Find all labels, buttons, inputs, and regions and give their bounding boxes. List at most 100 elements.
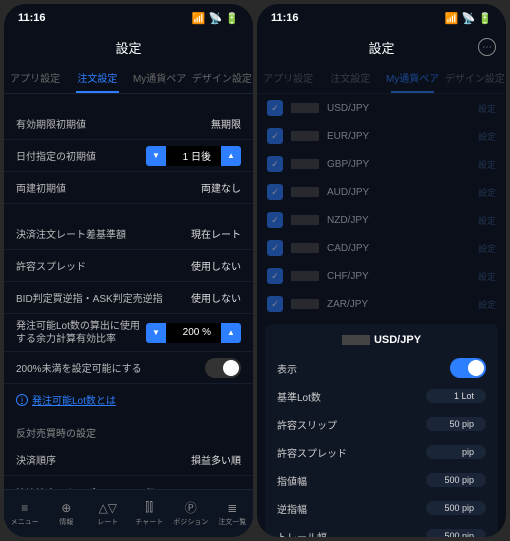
- pair-name: ZAR/JPY: [327, 299, 470, 310]
- step-down-icon[interactable]: ▼: [146, 323, 166, 343]
- nav-chart[interactable]: ⫿⫿チャート: [129, 490, 171, 537]
- checkbox-icon[interactable]: ✓: [267, 296, 283, 312]
- label: 発注可能Lot数の算出に使用する余力計算有効比率: [16, 320, 146, 346]
- pair-config[interactable]: 設定: [478, 298, 496, 311]
- label: 表示: [277, 361, 297, 376]
- value: 無期限: [211, 116, 241, 131]
- panel-row-spread[interactable]: 許容スプレッド pip: [265, 438, 498, 466]
- nav-info[interactable]: ⊕情報: [46, 490, 88, 537]
- row-close-position[interactable]: 決済注文のあるポジションの扱い 後回しにする: [4, 476, 253, 489]
- row-close-order[interactable]: 決済順序 損益多い順: [4, 444, 253, 476]
- pair-list: ✓ USD/JPY 設定 ✓EUR/JPY設定 ✓GBP/JPY設定 ✓AUD/JP…: [257, 94, 506, 318]
- flag-pair: [291, 187, 319, 197]
- row-expiry-default[interactable]: 有効期限初期値 無期限: [4, 108, 253, 140]
- status-time: 11:16: [18, 12, 46, 24]
- panel-row-slip[interactable]: 許容スリップ 50 pip: [265, 410, 498, 438]
- row-lot-calc: 発注可能Lot数の算出に使用する余力計算有効比率 ▼ 200 % ▲: [4, 314, 253, 352]
- checkbox-icon[interactable]: ✓: [267, 240, 283, 256]
- link-lot-info[interactable]: i 発注可能Lot数とは: [16, 392, 241, 407]
- pair-name: NZD/JPY: [327, 215, 470, 226]
- pair-row-nzdjpy[interactable]: ✓ NZD/JPY 設定: [257, 206, 506, 234]
- more-icon[interactable]: ⋯: [478, 38, 496, 56]
- tab-order-settings[interactable]: 注文設定: [66, 62, 128, 93]
- panel-title: USD/JPY: [265, 330, 498, 354]
- phone-right: 11:16 📶 📡 🔋 設定 ⋯ アプリ設定 注文設定 My通貨ペア デザイン設…: [257, 4, 506, 537]
- pair-row-eurjpy[interactable]: ✓EUR/JPY設定: [257, 122, 506, 150]
- status-time: 11:16: [271, 12, 299, 24]
- pair-config[interactable]: 設定: [478, 102, 496, 115]
- label: 指値幅: [277, 473, 307, 488]
- flag-jp: [354, 335, 370, 345]
- link-row: i 発注可能Lot数とは: [4, 384, 253, 415]
- label: 逆指幅: [277, 501, 307, 516]
- toggle-display[interactable]: [450, 358, 486, 378]
- row-rate-diff[interactable]: 決済注文レート差基準額 現在レート: [4, 218, 253, 250]
- row-hedge-default[interactable]: 両建初期値 両建なし: [4, 172, 253, 204]
- value: 500 pip: [426, 501, 486, 515]
- step-up-icon[interactable]: ▲: [221, 323, 241, 343]
- pair-row-chfjpy[interactable]: ✓CHF/JPY設定: [257, 262, 506, 290]
- tab-app-settings[interactable]: アプリ設定: [257, 62, 319, 93]
- checkbox-icon[interactable]: ✓: [267, 268, 283, 284]
- tab-design-settings[interactable]: デザイン設定: [191, 62, 253, 93]
- tab-order-settings[interactable]: 注文設定: [319, 62, 381, 93]
- tab-my-pairs[interactable]: My通貨ペア: [129, 62, 191, 93]
- toggle-under200[interactable]: [205, 358, 241, 378]
- pair-row-audjpy[interactable]: ✓AUD/JPY設定: [257, 178, 506, 206]
- panel-row-trail[interactable]: トレール幅 500 pip: [265, 522, 498, 537]
- tab-design-settings[interactable]: デザイン設定: [444, 62, 506, 93]
- label: 基準Lot数: [277, 389, 321, 404]
- label: 許容スプレッド: [16, 258, 86, 273]
- value: pip: [426, 445, 486, 459]
- flag-pair: [291, 215, 319, 225]
- step-down-icon[interactable]: ▼: [146, 146, 166, 166]
- checkbox-icon[interactable]: ✓: [267, 100, 283, 116]
- value: 使用しない: [191, 290, 241, 305]
- row-spread[interactable]: 許容スプレッド 使用しない: [4, 250, 253, 282]
- pair-config[interactable]: 設定: [478, 242, 496, 255]
- panel-row-stop[interactable]: 逆指幅 500 pip: [265, 494, 498, 522]
- header: 設定 ⋯: [257, 32, 506, 62]
- tab-app-settings[interactable]: アプリ設定: [4, 62, 66, 93]
- flag-jp: [303, 299, 319, 309]
- step-value[interactable]: 200 %: [166, 323, 221, 343]
- nav-position[interactable]: Ⓟポジション: [170, 490, 212, 537]
- flag-pair: [342, 335, 370, 345]
- signal-icon: 📶: [445, 12, 459, 25]
- toggle-knob: [223, 360, 239, 376]
- position-icon: Ⓟ: [182, 501, 200, 515]
- row-date-default: 日付指定の初期値 ▼ 1 日後 ▲: [4, 140, 253, 172]
- label: 有効期限初期値: [16, 116, 86, 131]
- checkbox-icon[interactable]: ✓: [267, 184, 283, 200]
- checkbox-icon[interactable]: ✓: [267, 212, 283, 228]
- label: BID判定買逆指・ASK判定売逆指: [16, 290, 163, 305]
- pair-row-usdjpy[interactable]: ✓ USD/JPY 設定: [257, 94, 506, 122]
- nav-rate[interactable]: △▽レート: [87, 490, 129, 537]
- panel-row-limit[interactable]: 指値幅 500 pip: [265, 466, 498, 494]
- label: 決済順序: [16, 452, 56, 467]
- panel-row-baselot[interactable]: 基準Lot数 1 Lot: [265, 382, 498, 410]
- checkbox-icon[interactable]: ✓: [267, 128, 283, 144]
- checkbox-icon[interactable]: ✓: [267, 156, 283, 172]
- row-bidask[interactable]: BID判定買逆指・ASK判定売逆指 使用しない: [4, 282, 253, 314]
- tab-my-pairs[interactable]: My通貨ペア: [382, 62, 444, 93]
- pair-row-cadjpy[interactable]: ✓CAD/JPY設定: [257, 234, 506, 262]
- battery-icon: 🔋: [478, 12, 492, 25]
- pair-row-gbpjpy[interactable]: ✓GBP/JPY設定: [257, 150, 506, 178]
- step-up-icon[interactable]: ▲: [221, 146, 241, 166]
- pair-config[interactable]: 設定: [478, 130, 496, 143]
- signal-icon: 📶: [192, 12, 206, 25]
- nav-menu[interactable]: ≡メニュー: [4, 490, 46, 537]
- pair-config[interactable]: 設定: [478, 270, 496, 283]
- step-value[interactable]: 1 日後: [166, 146, 221, 166]
- pair-name: USD/JPY: [327, 103, 470, 114]
- pair-config[interactable]: 設定: [478, 186, 496, 199]
- label: 200%未満を設定可能にする: [16, 360, 142, 375]
- pair-row-zarjpy[interactable]: ✓ ZAR/JPY 設定: [257, 290, 506, 318]
- flag-jp: [303, 159, 319, 169]
- content-right: ✓ USD/JPY 設定 ✓EUR/JPY設定 ✓GBP/JPY設定 ✓AUD/JP…: [257, 94, 506, 537]
- pair-config[interactable]: 設定: [478, 158, 496, 171]
- value: 1 Lot: [426, 389, 486, 403]
- nav-orders[interactable]: ≣注文一覧: [212, 490, 254, 537]
- pair-config[interactable]: 設定: [478, 214, 496, 227]
